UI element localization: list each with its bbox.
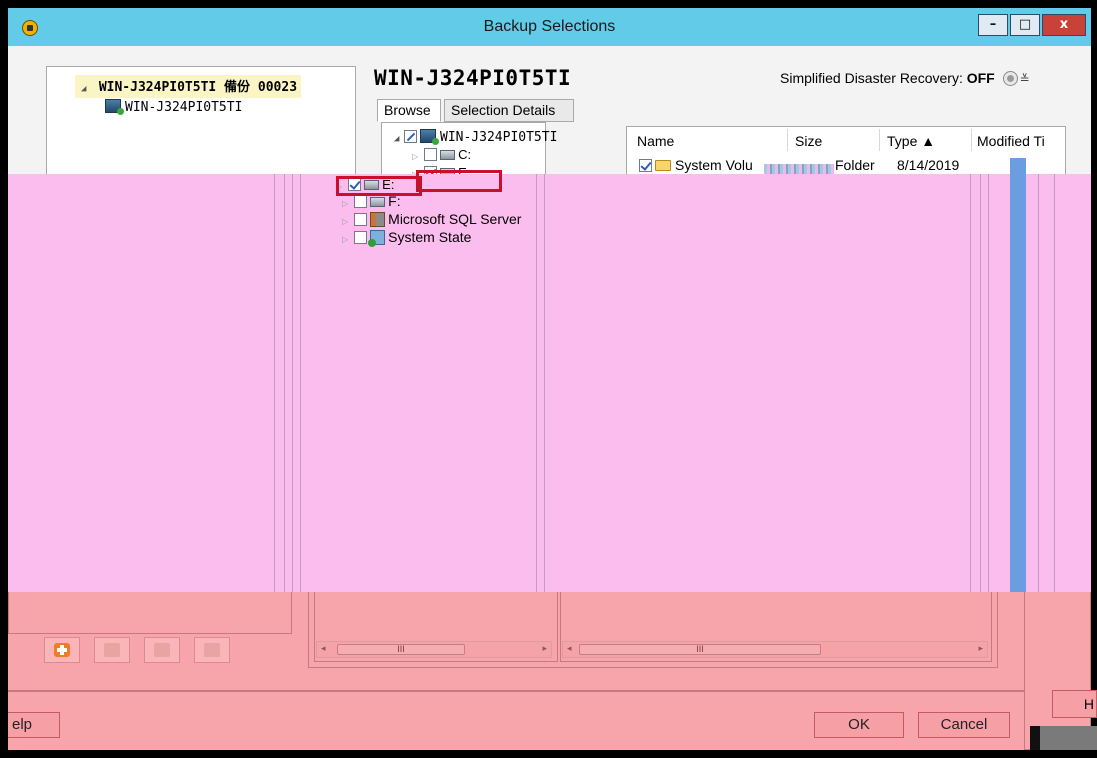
- expand-arrow-icon[interactable]: ▷: [342, 199, 348, 208]
- arrow-up-icon: [154, 643, 170, 657]
- tree-item-label: System State: [388, 229, 472, 245]
- title-bar[interactable]: Backup Selections – □ x: [8, 8, 1091, 46]
- tree-item-c-drive[interactable]: ▷ C:: [412, 147, 471, 162]
- file-list-panel: Name Size Type ▲ Modified Ti System Volu…: [626, 126, 1066, 176]
- scrollbar-thumb[interactable]: III: [579, 644, 821, 655]
- server-icon: [420, 129, 439, 145]
- render-glitch: [1040, 726, 1097, 750]
- left-tree-root-label: WIN-J324PI0T5TI 備份 00023: [98, 80, 298, 95]
- expand-arrow-icon[interactable]: ▷: [342, 235, 348, 244]
- left-tree-server-item[interactable]: WIN-J324PI0T5TI: [105, 99, 242, 115]
- scroll-left-arrow-icon[interactable]: ◂: [321, 643, 326, 654]
- sql-server-icon: [370, 212, 386, 227]
- server-icon: [105, 99, 124, 115]
- folder-icon: [655, 160, 671, 171]
- partial-checkbox[interactable]: [404, 130, 417, 143]
- scrollbar-thumb[interactable]: III: [337, 644, 465, 655]
- drive-icon: [370, 197, 386, 207]
- help-button[interactable]: elp: [8, 712, 60, 738]
- file-modified: 8/14/2019: [897, 157, 960, 173]
- server-heading: WIN-J324PI0T5TI: [374, 66, 572, 90]
- drive-icon: [440, 150, 456, 160]
- file-type: Folder: [835, 157, 875, 173]
- tab-browse[interactable]: Browse: [377, 99, 441, 122]
- tree-horizontal-scrollbar[interactable]: ◂ III ▸: [316, 641, 552, 658]
- maximize-button[interactable]: □: [1010, 14, 1040, 36]
- highlight-box-e-drive: [416, 170, 502, 192]
- browse-tree-panel: ◢ WIN-J324PI0T5TI ▷ C: ▷ E:: [381, 122, 557, 176]
- column-divider[interactable]: [787, 129, 788, 151]
- panel-border: [284, 174, 285, 592]
- remove-button[interactable]: [94, 637, 130, 663]
- left-tree-server-label: WIN-J324PI0T5TI: [125, 100, 243, 115]
- window-title: Backup Selections: [483, 18, 616, 35]
- close-button[interactable]: x: [1042, 14, 1086, 36]
- browse-root-label: WIN-J324PI0T5TI: [440, 130, 558, 145]
- highlight-box-e-checkbox: [336, 176, 422, 196]
- panel-border: [536, 174, 537, 592]
- corrupted-region: [8, 174, 1091, 592]
- add-button[interactable]: [44, 637, 80, 663]
- chevron-down-icon[interactable]: ≚: [1020, 72, 1030, 86]
- ok-button[interactable]: OK: [814, 712, 904, 738]
- column-divider[interactable]: [879, 129, 880, 151]
- scroll-left-arrow-icon[interactable]: ◂: [567, 643, 572, 654]
- column-header-modified[interactable]: Modified Ti: [977, 133, 1045, 149]
- panel-border: [292, 174, 293, 592]
- minimize-button[interactable]: –: [978, 14, 1008, 36]
- cancel-button[interactable]: Cancel: [918, 712, 1010, 738]
- divider: [8, 690, 1024, 692]
- column-header-name[interactable]: Name: [637, 133, 674, 149]
- panel-border: [970, 174, 971, 592]
- move-up-button[interactable]: [144, 637, 180, 663]
- sdr-toggle-icon[interactable]: [1002, 71, 1018, 86]
- panel-border: [300, 174, 301, 592]
- panel-border: [1054, 174, 1055, 592]
- tree-item-system-state[interactable]: ▷ System State: [342, 229, 472, 247]
- checkbox-c-drive[interactable]: [424, 148, 438, 161]
- scroll-right-arrow-icon[interactable]: ▸: [542, 643, 547, 654]
- sdr-value: OFF: [966, 70, 995, 86]
- collapse-arrow-icon[interactable]: ◢: [81, 84, 91, 94]
- tree-item-label: C:: [458, 147, 472, 162]
- checkbox-f-drive[interactable]: [354, 195, 368, 208]
- tab-selection-details[interactable]: Selection Details: [444, 99, 574, 122]
- panel-border: [274, 174, 275, 592]
- collapse-arrow-icon[interactable]: ◢: [394, 134, 404, 144]
- system-state-icon: [368, 230, 386, 247]
- background-window-button[interactable]: H: [1052, 690, 1097, 718]
- selection-list-panel: ◢ WIN-J324PI0T5TI 備份 00023 WIN-J324PI0T5…: [46, 66, 356, 176]
- expand-arrow-icon[interactable]: ▷: [412, 152, 418, 161]
- file-list-row[interactable]: System Volu Folder 8/14/2019: [639, 157, 1069, 173]
- checkbox-system-state[interactable]: [354, 231, 368, 244]
- backup-selections-window: Backup Selections – □ x ◢ WIN-J324PI0T5T…: [8, 8, 1091, 750]
- list-horizontal-scrollbar[interactable]: ◂ III ▸: [562, 641, 988, 658]
- checkbox-sql-server[interactable]: [354, 213, 368, 226]
- sdr-label: Simplified Disaster Recovery:: [780, 70, 967, 86]
- expand-arrow-icon[interactable]: ▷: [342, 217, 348, 226]
- arrow-down-icon: [204, 643, 220, 657]
- left-tree-root[interactable]: ◢ WIN-J324PI0T5TI 備份 00023: [75, 75, 302, 98]
- plus-icon: [54, 643, 70, 657]
- tree-item-sql-server[interactable]: ▷ Microsoft SQL Server: [342, 211, 521, 227]
- panel-border: [544, 174, 545, 592]
- file-name: System Volu: [675, 157, 753, 173]
- panel-border: [988, 174, 989, 592]
- browse-tree-root[interactable]: ◢ WIN-J324PI0T5TI: [394, 129, 557, 145]
- column-header-type[interactable]: Type ▲: [887, 133, 935, 149]
- vertical-scrollbar[interactable]: [1010, 158, 1026, 598]
- minus-icon: [104, 643, 120, 657]
- move-down-button[interactable]: [194, 637, 230, 663]
- panel-border: [1038, 174, 1039, 592]
- scroll-right-arrow-icon[interactable]: ▸: [978, 643, 983, 654]
- panel-border: [980, 174, 981, 592]
- row-checkbox[interactable]: [639, 159, 652, 172]
- tree-item-label: Microsoft SQL Server: [388, 211, 522, 227]
- panel-frame: [8, 592, 292, 634]
- column-divider[interactable]: [971, 129, 972, 151]
- column-header-size[interactable]: Size: [795, 133, 822, 149]
- sdr-status: Simplified Disaster Recovery: OFF ≚: [780, 70, 1030, 86]
